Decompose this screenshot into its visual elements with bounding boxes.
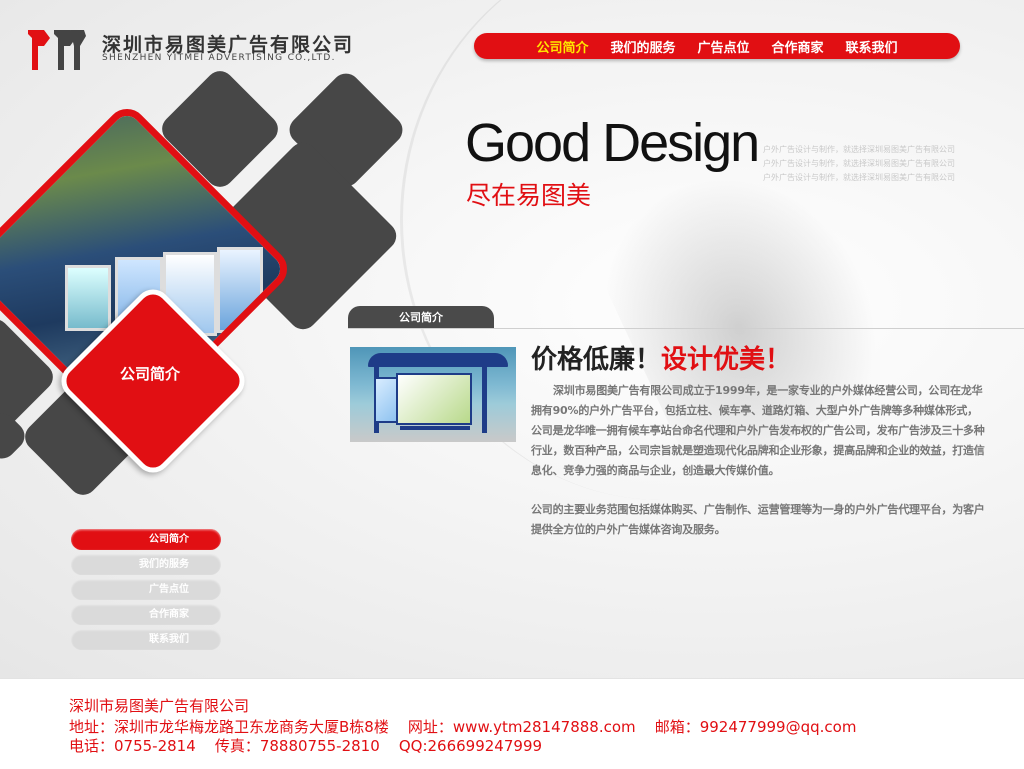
hero-tagline: 户外广告设计与制作，就选择深圳易图美广告有限公司 户外广告设计与制作，就选择深圳… — [763, 145, 955, 182]
nav-item-ad-locations[interactable]: 广告点位 — [697, 37, 749, 56]
bus-shelter-image — [350, 347, 516, 442]
nav-item-partners[interactable]: 合作商家 — [772, 37, 824, 56]
footer-address: 地址：深圳市龙华梅龙路卫东龙商务大厦B栋8楼 网址：www.ytm2814788… — [69, 718, 857, 736]
feature-diamond-label: 公司简介 — [119, 365, 180, 383]
top-navigation: 公司简介 我们的服务 广告点位 合作商家 联系我们 — [474, 33, 960, 59]
footer: 深圳市易图美广告有限公司 地址：深圳市龙华梅龙路卫东龙商务大厦B栋8楼 网址：w… — [0, 678, 1024, 769]
nav-item-services[interactable]: 我们的服务 — [610, 37, 675, 56]
nav-item-contact[interactable]: 联系我们 — [846, 37, 898, 56]
hero-headline: Good Design — [465, 113, 760, 173]
side-menu-item-ad-locations[interactable]: 广告点位 — [71, 579, 221, 600]
side-menu: 公司简介 我们的服务 广告点位 合作商家 联系我们 — [71, 529, 221, 654]
side-menu-item-services[interactable]: 我们的服务 — [71, 554, 221, 575]
article-paragraph: 公司的主要业务范围包括媒体购买、广告制作、运营管理等为一身的户外广告代理平台，为… — [531, 503, 985, 536]
hero-subheadline: 尽在易图美 — [466, 181, 592, 210]
side-menu-item-about[interactable]: 公司简介 — [71, 529, 221, 550]
side-menu-item-contact[interactable]: 联系我们 — [71, 629, 221, 650]
logo-company-name-en: SHENZHEN YITMEI ADVERTISING CO.,LTD. — [102, 53, 336, 63]
section-divider — [348, 328, 1024, 329]
side-menu-item-partners[interactable]: 合作商家 — [71, 604, 221, 625]
logo-icon — [28, 30, 86, 70]
footer-contact: 电话：0755-2814 传真：78880755-2810 QQ:2666992… — [69, 737, 543, 755]
footer-company: 深圳市易图美广告有限公司 — [69, 697, 250, 715]
article-paragraph: 深圳市易图美广告有限公司成立于1999年，是一家专业的户外媒体经营公司，公司在龙… — [531, 384, 985, 477]
section-tab: 公司简介 — [348, 306, 494, 328]
nav-item-about[interactable]: 公司简介 — [536, 37, 588, 56]
article-title: 价格低廉！设计优美！ — [531, 345, 792, 375]
